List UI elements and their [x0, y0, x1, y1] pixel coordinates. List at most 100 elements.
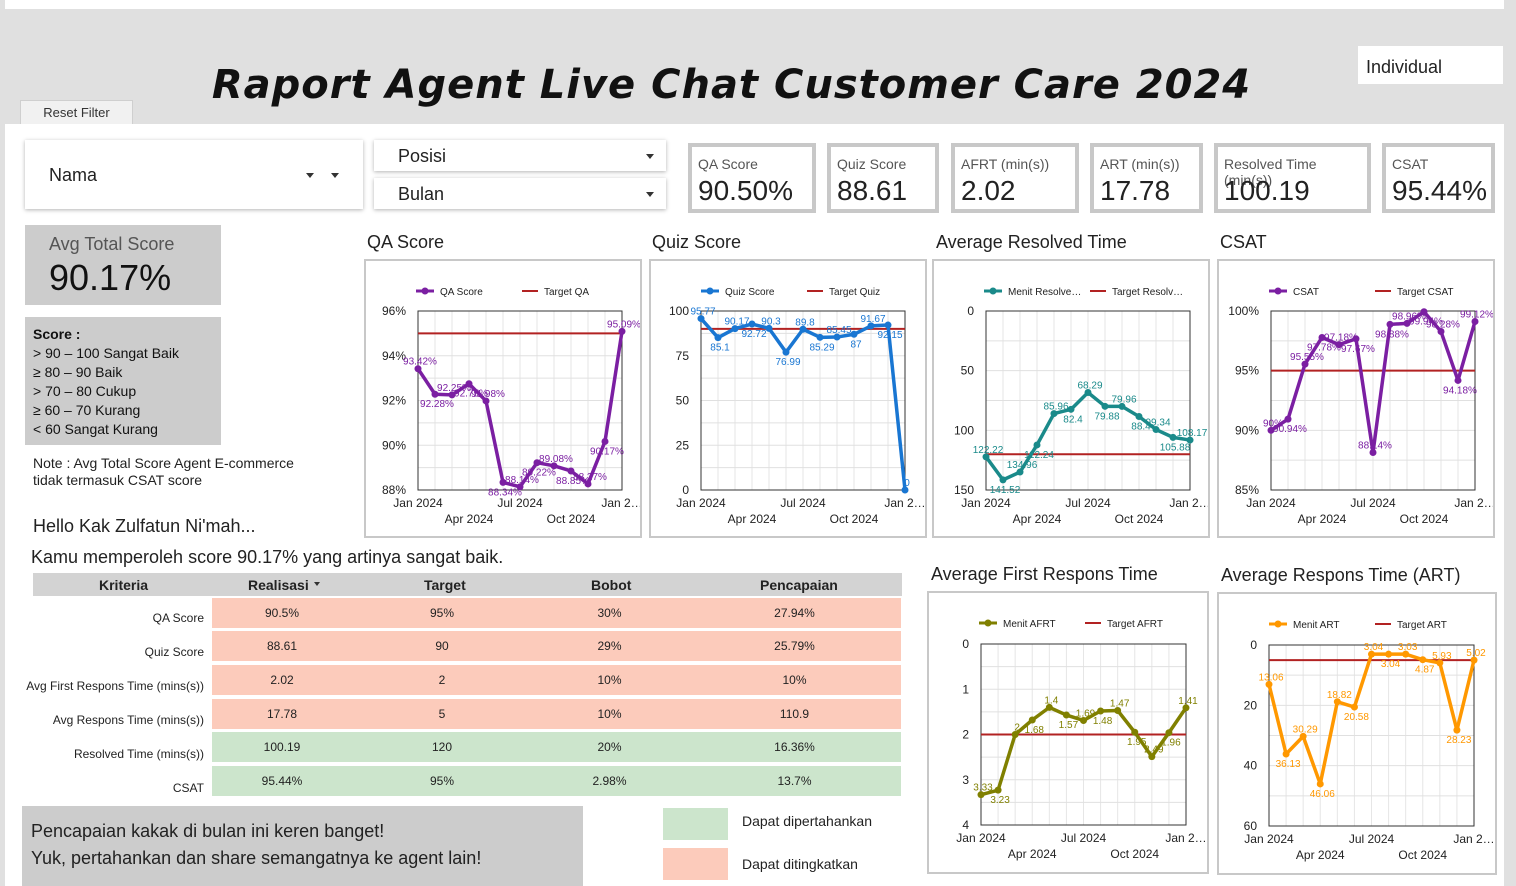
resolved-time-chart[interactable]: 0 50 100 150 Jan 2024 Apr 2024 Jul 2024 Oct 202… — [932, 259, 1210, 538]
data-label: 13.06 — [1258, 672, 1283, 683]
posisi-dropdown[interactable]: Posisi — [374, 140, 666, 171]
bottom-message-line: Yuk, pertahankan dan share semangatnya k… — [31, 848, 482, 868]
data-label: 5.93 — [1432, 651, 1452, 662]
x-tick-label: Oct 2024 — [547, 512, 596, 526]
y-tick-label: 100% — [1228, 304, 1259, 318]
data-label: 88.27% — [573, 472, 607, 483]
data-point — [1316, 780, 1324, 788]
y-tick-label: 85% — [1235, 483, 1259, 497]
view-mode-selector[interactable]: Individual — [1358, 46, 1503, 84]
chevron-down-icon — [306, 173, 314, 178]
cell-pencapaian: 110.9 — [779, 707, 810, 721]
data-label: 5.02 — [1466, 648, 1486, 659]
chart-svg: 0 20 40 60Jan 2024Apr 2024 Jul 2024Oct 2024 J… — [1244, 620, 1495, 862]
chart-svg: 0 50 100 150Jan 2024Apr 2024Jul 2024 Oct 202… — [954, 287, 1208, 526]
top-strip — [0, 0, 1516, 9]
data-label: 79.96 — [1111, 394, 1136, 405]
table-row[interactable]: 88.61 90 29% 25.79% — [212, 631, 901, 661]
y-tick-label: 95% — [1235, 364, 1259, 378]
data-label: 87 — [850, 339, 862, 350]
avg-total-value: 90.17% — [49, 257, 172, 298]
x-tick-label: Jan 2024 — [676, 496, 726, 510]
data-point — [816, 333, 824, 341]
data-label: 30.29 — [1293, 724, 1318, 735]
cell-bobot: 29% — [597, 639, 622, 653]
data-label: 141.52 — [990, 485, 1021, 496]
data-label: 46.06 — [1310, 789, 1335, 800]
note-text: Note : Avg Total Score Agent E-commerce … — [33, 455, 294, 488]
legend-label: Target QA — [544, 287, 589, 298]
row-kriteria-label: CSAT — [172, 781, 204, 795]
cell-target: 2 — [438, 673, 446, 687]
cell-target: 95% — [429, 606, 455, 620]
nama-dropdown[interactable]: Nama — [25, 140, 363, 209]
data-label: 1.47 — [1110, 699, 1130, 710]
y-tick-label: 4 — [962, 818, 969, 832]
x-tick-label: Jan 2024 — [1244, 832, 1294, 846]
reset-filter-button[interactable]: Reset Filter — [20, 100, 133, 124]
cell-bobot: 20% — [597, 740, 622, 754]
data-label: 1.41 — [1178, 696, 1198, 707]
bulan-dropdown[interactable]: Bulan — [374, 178, 666, 209]
data-label: 95.77 — [690, 307, 715, 318]
x-tick-label: Oct 2024 — [1400, 512, 1449, 526]
nama-label: Nama — [49, 165, 98, 185]
th-realisasi[interactable]: Realisasi — [248, 577, 309, 593]
table-row[interactable]: 2.02 2 10% 10% — [212, 665, 901, 695]
art-chart[interactable]: 0 20 40 60 Jan 2024 Apr 2024 Jul 2024 Oct 2024 J… — [1217, 592, 1497, 875]
table-row[interactable]: 100.19 120 20% 16.36% — [212, 732, 901, 762]
table-row[interactable]: 95.44% 95% 2.98% 13.7% — [212, 766, 901, 796]
kpi-label: Quiz Score — [837, 156, 907, 172]
y-tick-label: 75 — [676, 349, 690, 363]
y-tick-label: 150 — [954, 483, 974, 497]
x-tick-label: Jan 2… — [1453, 832, 1494, 846]
data-label: 90.3 — [761, 316, 781, 327]
chevron-down-icon — [331, 173, 339, 178]
quiz-score-chart[interactable]: 100 75 50 25 0 Jan 2024 Apr 2024 Jul 2024 Oct 20… — [649, 259, 927, 538]
data-label: 122.22 — [973, 445, 1004, 456]
x-tick-label: Jan 2024 — [1246, 496, 1296, 510]
data-point — [1453, 726, 1461, 734]
cell-target: 5 — [438, 707, 446, 721]
data-label: 89.08% — [539, 454, 573, 465]
cell-realisasi: 90.5% — [264, 606, 300, 620]
data-label: 76.99 — [775, 357, 800, 368]
kpi-art: ART (min(s)) 17.78 — [1090, 143, 1203, 213]
score-legend-line: ≥ 80 – 90 Baik — [33, 364, 123, 380]
data-point — [1097, 707, 1105, 715]
chart-title-afrt: Average First Respons Time — [931, 564, 1158, 584]
data-point — [1169, 433, 1177, 441]
data-label: 3.33 — [973, 783, 993, 794]
data-label: 89.22% — [522, 468, 556, 479]
data-point — [782, 348, 790, 356]
cell-pencapaian: 16.36% — [774, 740, 815, 754]
score-legend: Score : > 90 – 100 Sangat Baik ≥ 80 – 90… — [25, 317, 221, 445]
th-kriteria[interactable]: Kriteria — [99, 577, 148, 593]
chart-svg: 100% 95% 90% 85%Jan 2024Apr 2024Jul 2024 Oct… — [1228, 287, 1493, 526]
page-title: Raport Agent Live Chat Customer Care 202… — [211, 62, 1252, 108]
table-row[interactable]: 17.78 5 10% 110.9 — [212, 699, 901, 729]
data-label: 91.67 — [860, 314, 885, 325]
kpi-label: QA Score — [698, 156, 758, 172]
data-label: 97.67% — [1341, 344, 1375, 355]
qa-score-chart[interactable]: 96% 94% 92% 90% 88% Jan 2024 Apr 2024 Jul 2024 O… — [364, 259, 642, 538]
legend-ditingkatkan: Dapat ditingkatkan — [742, 856, 858, 872]
chart-title-resolved: Average Resolved Time — [936, 232, 1127, 252]
legend-swatch-salmon — [663, 848, 728, 880]
th-target[interactable]: Target — [424, 577, 466, 593]
y-tick-label: 88% — [382, 483, 406, 497]
csat-chart[interactable]: 100% 95% 90% 85% Jan 2024 Apr 2024 Jul 2024 Oct… — [1217, 259, 1495, 538]
x-tick-label: Jul 2024 — [780, 496, 826, 510]
data-point — [1033, 441, 1041, 449]
data-label: 134.96 — [1007, 460, 1038, 471]
afrt-chart[interactable]: 0 1 2 3 4 Jan 2024 Apr 2024 Jul 2024 Oct 2024 Jan… — [927, 591, 1209, 874]
th-pencapaian[interactable]: Pencapaian — [760, 577, 838, 593]
table-row[interactable]: 90.5% 95% 30% 27.94% — [212, 598, 901, 628]
row-kriteria-label: QA Score — [152, 611, 204, 625]
data-label: 88.14% — [1358, 441, 1392, 452]
cell-pencapaian: 10% — [782, 673, 807, 687]
data-label: 3.03 — [1398, 642, 1418, 653]
sort-down-icon[interactable] — [314, 582, 320, 586]
data-label: 3.23 — [990, 795, 1010, 806]
th-bobot[interactable]: Bobot — [591, 577, 631, 593]
